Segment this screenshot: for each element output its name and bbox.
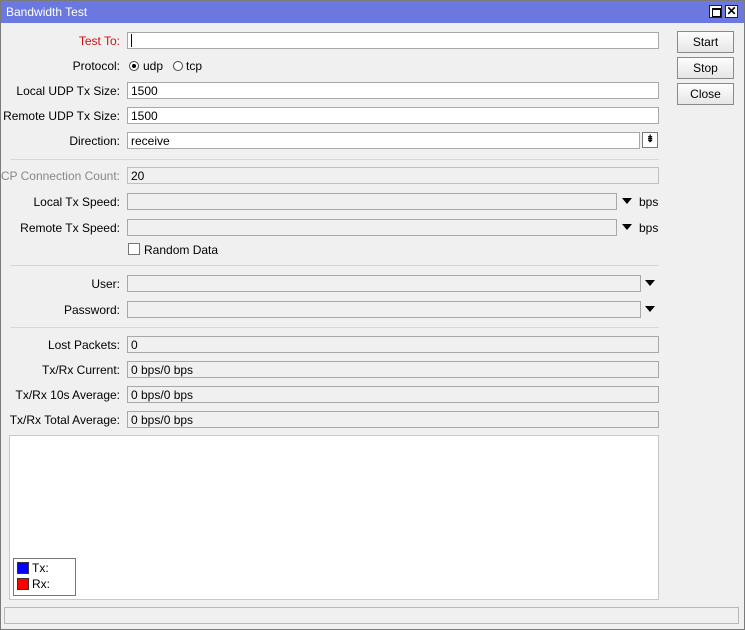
txrx-current-value: 0 bps/0 bps [127, 361, 659, 378]
local-tx-speed-label: Local Tx Speed: [33, 195, 120, 209]
traffic-graph: Tx: Rx: [9, 435, 659, 600]
lost-packets-value: 0 [127, 336, 659, 353]
tx-color-swatch [17, 562, 29, 574]
protocol-tcp-radio[interactable] [173, 61, 183, 71]
graph-legend: Tx: Rx: [13, 558, 76, 596]
chevron-down-icon: ⇟ [646, 134, 655, 145]
bandwidth-test-window: Bandwidth Test ✕ Test To: Protocol: udp … [0, 0, 745, 630]
close-button[interactable]: Close [677, 83, 734, 105]
remote-tx-speed-label: Remote Tx Speed: [20, 221, 120, 235]
direction-select[interactable]: receive [127, 132, 640, 149]
remote-tx-speed-dropdown-icon[interactable] [622, 224, 632, 230]
tcp-connection-count-label: TCP Connection Count: [0, 169, 120, 183]
user-label: User: [91, 277, 120, 291]
title-bar[interactable]: Bandwidth Test ✕ [1, 1, 744, 23]
txrx-current-label: Tx/Rx Current: [41, 363, 120, 377]
maximize-icon[interactable] [709, 5, 722, 18]
txrx-total-average-value: 0 bps/0 bps [127, 411, 659, 428]
txrx-10s-average-label: Tx/Rx 10s Average: [15, 388, 121, 402]
password-label: Password: [63, 303, 120, 317]
close-icon[interactable]: ✕ [725, 5, 738, 18]
remote-tx-speed-unit: bps [639, 221, 659, 235]
separator [10, 159, 659, 160]
tcp-connection-count-input[interactable]: 20 [127, 167, 659, 184]
protocol-label: Protocol: [72, 59, 120, 73]
test-to-label: Test To: [78, 34, 120, 48]
status-bar [4, 607, 739, 624]
separator [10, 265, 659, 266]
password-dropdown-icon[interactable] [645, 306, 655, 312]
lost-packets-label: Lost Packets: [47, 338, 120, 352]
rx-legend-label: Rx: [32, 577, 50, 591]
random-data-checkbox[interactable] [128, 243, 140, 255]
direction-dropdown-button[interactable]: ⇟ [642, 132, 658, 148]
remote-tx-speed-input[interactable] [127, 219, 617, 236]
protocol-tcp-label[interactable]: tcp [186, 59, 202, 73]
stop-button[interactable]: Stop [677, 57, 734, 79]
start-button[interactable]: Start [677, 31, 734, 53]
local-udp-tx-size-input[interactable]: 1500 [127, 82, 659, 99]
txrx-10s-average-value: 0 bps/0 bps [127, 386, 659, 403]
tx-legend-label: Tx: [32, 561, 49, 575]
user-input[interactable] [127, 275, 641, 292]
protocol-udp-label[interactable]: udp [143, 59, 163, 73]
window-title: Bandwidth Test [6, 5, 88, 19]
local-udp-tx-size-label: Local UDP Tx Size: [16, 84, 120, 98]
txrx-total-average-label: Tx/Rx Total Average: [9, 413, 120, 427]
local-tx-speed-dropdown-icon[interactable] [622, 198, 632, 204]
direction-label: Direction: [69, 134, 120, 148]
password-input[interactable] [127, 301, 641, 318]
text-cursor [131, 34, 132, 47]
local-tx-speed-input[interactable] [127, 193, 617, 210]
test-to-input[interactable] [127, 32, 659, 49]
remote-udp-tx-size-input[interactable]: 1500 [127, 107, 659, 124]
rx-color-swatch [17, 578, 29, 590]
random-data-label[interactable]: Random Data [144, 243, 218, 257]
separator [10, 327, 659, 328]
protocol-udp-radio[interactable] [129, 61, 139, 71]
remote-udp-tx-size-label: Remote UDP Tx Size: [3, 109, 120, 123]
local-tx-speed-unit: bps [639, 195, 659, 209]
user-dropdown-icon[interactable] [645, 280, 655, 286]
